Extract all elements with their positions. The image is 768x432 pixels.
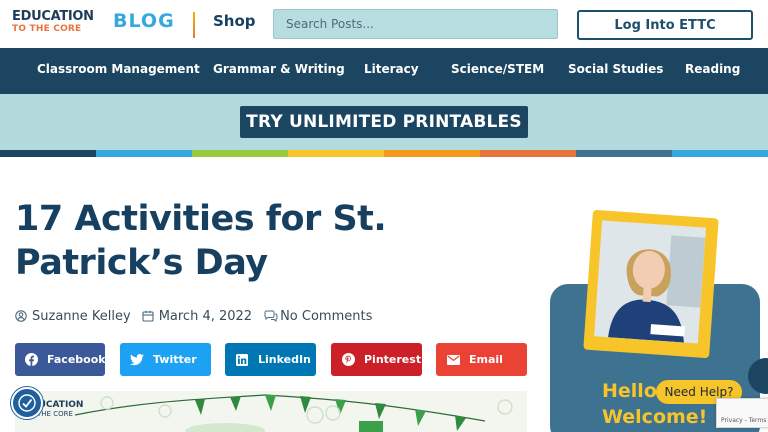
comments-icon [264, 310, 278, 322]
stripe-segment [288, 150, 384, 157]
share-twitter-button[interactable]: Twitter [120, 343, 211, 376]
logo-top-text: EDUCATION [12, 9, 94, 24]
rainbow-stripe [0, 150, 768, 157]
nav-item-grammar-writing[interactable]: Grammar & Writing [213, 62, 345, 76]
publish-date: March 4, 2022 [158, 308, 253, 324]
stripe-segment [96, 150, 192, 157]
author-meta[interactable]: Suzanne Kelley [15, 309, 131, 324]
site-logo[interactable]: EDUCATION TO THE CORE [12, 10, 104, 40]
share-linkedin-label: LinkedIn [258, 353, 311, 366]
share-email-button[interactable]: Email [436, 343, 527, 376]
stripe-segment [0, 150, 96, 157]
accessibility-icon [18, 394, 36, 412]
nav-item-social-studies[interactable]: Social Studies [568, 62, 663, 76]
share-email-label: Email [469, 353, 503, 366]
greeting-line-2: Welcome! [602, 406, 708, 428]
article-title: 17 Activities for St. Patrick’s Day [15, 199, 387, 283]
author-photo [594, 220, 706, 344]
login-button[interactable]: Log Into ETTC [577, 10, 753, 40]
nav-item-science-stem[interactable]: Science/STEM [451, 62, 544, 76]
article-meta: Suzanne Kelley March 4, 2022 No Comments [15, 307, 372, 325]
linkedin-icon [235, 353, 249, 367]
stripe-segment [480, 150, 576, 157]
promo-banner: TRY UNLIMITED PRINTABLES [0, 94, 768, 150]
stripe-segment [384, 150, 480, 157]
stripe-segment [192, 150, 288, 157]
header-divider [193, 12, 195, 38]
facebook-icon [25, 353, 38, 367]
accessibility-button[interactable] [11, 387, 43, 419]
shop-link[interactable]: Shop [213, 12, 256, 30]
share-facebook-label: Facebook [47, 353, 106, 366]
stripe-segment [672, 150, 768, 157]
share-twitter-label: Twitter [153, 353, 197, 366]
nav-item-reading[interactable]: Reading [685, 62, 740, 76]
email-icon [446, 353, 460, 367]
blog-wordmark[interactable]: BLOG [113, 10, 175, 32]
try-unlimited-printables-button[interactable]: TRY UNLIMITED PRINTABLES [240, 106, 528, 138]
author-portrait [594, 220, 706, 344]
pinterest-icon [341, 353, 355, 367]
comments-meta[interactable]: No Comments [264, 309, 372, 324]
nav-item-classroom-management[interactable]: Classroom Management [37, 62, 200, 76]
nav-item-literacy[interactable]: Literacy [364, 62, 419, 76]
share-pinterest-button[interactable]: Pinterest [331, 343, 422, 376]
date-meta: March 4, 2022 [142, 309, 252, 324]
calendar-icon [142, 310, 154, 322]
user-icon [15, 310, 27, 322]
twitter-icon [130, 353, 144, 367]
share-linkedin-button[interactable]: LinkedIn [225, 343, 316, 376]
logo-bottom-text: TO THE CORE [12, 24, 82, 34]
author-name: Suzanne Kelley [32, 308, 131, 324]
comments-count: No Comments [280, 308, 373, 324]
article-hero-image: EDUCATION TO THE CORE [15, 391, 527, 432]
search-input[interactable] [273, 9, 558, 39]
share-pinterest-label: Pinterest [364, 353, 422, 366]
share-facebook-button[interactable]: Facebook [15, 343, 106, 376]
main-nav: Classroom Management Grammar & Writing L… [0, 48, 768, 94]
hero-illustration [15, 391, 527, 432]
stripe-segment [576, 150, 672, 157]
recaptcha-text: Privacy - Terms [721, 417, 767, 424]
recaptcha-badge[interactable]: Privacy - Terms [716, 398, 768, 428]
site-header: EDUCATION TO THE CORE BLOG Shop Log Into… [0, 0, 768, 48]
